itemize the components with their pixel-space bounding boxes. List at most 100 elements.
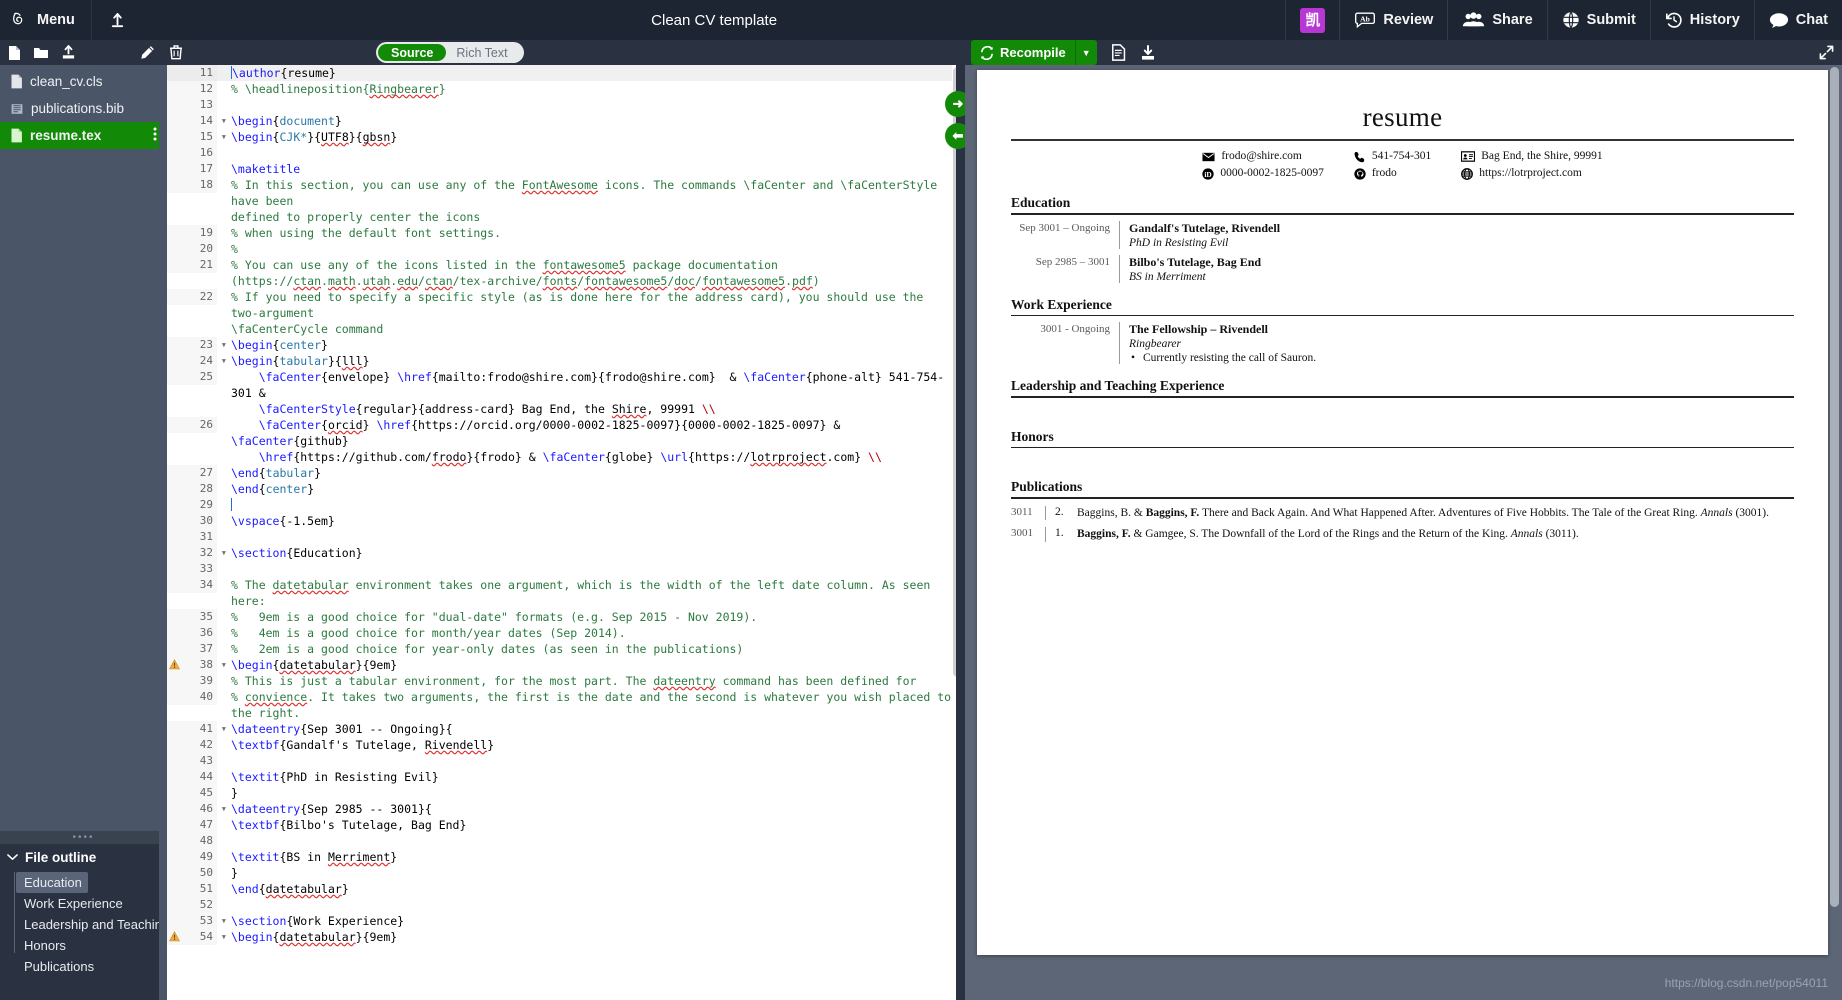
code-text[interactable]: % when using the default font settings. — [217, 225, 952, 241]
code-text[interactable]: % \headlineposition{Ringbearer} — [217, 81, 952, 97]
cjk-language-button[interactable]: 凯 — [1285, 0, 1339, 40]
code-text[interactable]: \textit{BS in Merriment} — [217, 849, 952, 865]
code-line[interactable]: 51 \end{datetabular} — [167, 881, 952, 897]
file-menu-kebab-icon[interactable] — [153, 127, 157, 141]
review-button[interactable]: Ab Review — [1339, 0, 1447, 40]
code-text[interactable]: \textbf{Gandalf's Tutelage, Rivendell} — [217, 737, 952, 753]
code-text[interactable]: \textbf{Bilbo's Tutelage, Bag End} — [217, 817, 952, 833]
code-line[interactable]: 37% 2em is a good choice for year-only d… — [167, 641, 952, 657]
fold-caret-icon[interactable]: ▼ — [217, 113, 226, 129]
code-text[interactable]: \dateentry{Sep 3001 -- Ongoing}{ — [217, 721, 952, 737]
code-text[interactable]: % This is just a tabular environment, fo… — [217, 673, 952, 689]
rename-pencil-icon[interactable] — [140, 45, 155, 60]
warning-icon[interactable] — [169, 931, 180, 945]
fold-caret-icon[interactable]: ▼ — [217, 545, 226, 561]
code-line[interactable]: 36% 4em is a good choice for month/year … — [167, 625, 952, 641]
menu-button[interactable]: Menu — [0, 0, 92, 40]
code-line[interactable]: 42 \textbf{Gandalf's Tutelage, Rivendell} — [167, 737, 952, 753]
code-line[interactable]: 21% You can use any of the icons listed … — [167, 257, 952, 289]
fold-caret-icon[interactable]: ▼ — [217, 657, 226, 673]
code-text[interactable]: \author{resume} — [217, 65, 952, 81]
code-text[interactable]: % 2em is a good choice for year-only dat… — [217, 641, 952, 657]
code-line[interactable]: 45} — [167, 785, 952, 801]
recompile-dropdown-caret[interactable]: ▼ — [1074, 40, 1097, 65]
tab-rich-text[interactable]: Rich Text — [446, 46, 517, 60]
code-line[interactable]: 16 — [167, 145, 952, 161]
code-line[interactable]: 35% 9em is a good choice for "dual-date"… — [167, 609, 952, 625]
outline-row[interactable]: Education — [14, 872, 167, 893]
code-line[interactable]: 38 ▼ \begin{datetabular}{9em} — [167, 657, 952, 673]
outline-row[interactable]: Publications — [14, 956, 167, 977]
code-text[interactable]: % You can use any of the icons listed in… — [217, 257, 952, 289]
code-line[interactable]: 26 \faCenter{orcid} \href{https://orcid.… — [167, 417, 952, 465]
code-text[interactable]: \dateentry{Sep 2985 -- 3001}{ — [217, 801, 952, 817]
code-line[interactable]: 11 \author{resume} — [167, 65, 952, 81]
expand-pdf-icon[interactable] — [1819, 45, 1834, 60]
code-line[interactable]: 34% The datetabular environment takes on… — [167, 577, 952, 609]
code-text[interactable]: \begin{CJK*}{UTF8}{gbsn} — [217, 129, 952, 145]
fold-caret-icon[interactable]: ▼ — [217, 721, 226, 737]
code-text[interactable]: % 9em is a good choice for "dual-date" f… — [217, 609, 952, 625]
left-splitter[interactable] — [159, 65, 167, 1000]
upload-file-icon[interactable] — [61, 45, 76, 60]
code-line[interactable]: 27 \end{tabular} — [167, 465, 952, 481]
code-text[interactable]: % In this section, you can use any of th… — [217, 177, 952, 225]
pdf-scrollbar[interactable] — [1830, 67, 1839, 947]
code-line[interactable]: 39% This is just a tabular environment, … — [167, 673, 952, 689]
code-line[interactable]: 20% — [167, 241, 952, 257]
code-line[interactable]: 48 — [167, 833, 952, 849]
fold-caret-icon[interactable]: ▼ — [217, 129, 226, 145]
code-text[interactable]: \begin{center} — [217, 337, 952, 353]
outline-item-publications[interactable]: Publications — [16, 956, 100, 977]
code-editor[interactable]: 11 \author{resume} 12% \headlineposition{R… — [167, 65, 965, 1000]
code-line[interactable]: 30 \vspace{-1.5em} — [167, 513, 952, 529]
outline-item-education[interactable]: Education — [16, 872, 88, 893]
fold-caret-icon[interactable]: ▼ — [217, 929, 226, 945]
fold-caret-icon[interactable]: ▼ — [217, 337, 226, 353]
recompile-button[interactable]: Recompile — [971, 40, 1075, 65]
code-line[interactable]: 33 — [167, 561, 952, 577]
code-line[interactable]: 53 ▼ \section{Work Experience} — [167, 913, 952, 929]
new-folder-icon[interactable] — [33, 46, 49, 60]
fold-caret-icon[interactable]: ▼ — [217, 801, 226, 817]
code-line[interactable]: 23 ▼ \begin{center} — [167, 337, 952, 353]
code-line[interactable]: 40% convience. It takes two arguments, t… — [167, 689, 952, 721]
outline-row[interactable]: Work Experience — [14, 893, 167, 914]
code-line[interactable]: 22% If you need to specify a specific st… — [167, 289, 952, 337]
code-line[interactable]: 50} — [167, 865, 952, 881]
code-line[interactable]: 28 \end{center} — [167, 481, 952, 497]
pdf-preview-pane[interactable]: resume frodo@shire.com iD 0000-0002-1825… — [965, 65, 1842, 1000]
share-button[interactable]: Share — [1447, 0, 1546, 40]
download-pdf-icon[interactable] — [1140, 44, 1156, 61]
outline-row[interactable]: Honors — [14, 935, 167, 956]
code-text[interactable]: \section{Education} — [217, 545, 952, 561]
code-text[interactable]: \end{center} — [217, 481, 952, 497]
code-line[interactable]: 25 \faCenter{envelope} \href{mailto:frod… — [167, 369, 952, 417]
code-text[interactable]: } — [217, 865, 952, 881]
code-text[interactable]: % If you need to specify a specific styl… — [217, 289, 952, 337]
fold-caret-icon[interactable]: ▼ — [217, 913, 226, 929]
file-item[interactable]: resume.tex — [0, 122, 167, 149]
code-text[interactable]: % 4em is a good choice for month/year da… — [217, 625, 952, 641]
code-text[interactable]: \textit{PhD in Resisting Evil} — [217, 769, 952, 785]
compile-logs-icon[interactable] — [1111, 44, 1126, 61]
new-file-icon[interactable] — [7, 45, 21, 61]
right-splitter[interactable] — [956, 65, 965, 1000]
code-line[interactable]: 52 — [167, 897, 952, 913]
code-text[interactable]: \begin{tabular}{lll} — [217, 353, 952, 369]
outline-row[interactable]: Leadership and Teaching ... — [14, 914, 184, 935]
code-text[interactable] — [217, 497, 952, 513]
code-line[interactable]: 24 ▼ \begin{tabular}{lll} — [167, 353, 952, 369]
source-richtext-toggle[interactable]: Source Rich Text — [376, 42, 524, 63]
code-text[interactable]: \end{datetabular} — [217, 881, 952, 897]
code-line[interactable]: 15 ▼ \begin{CJK*}{UTF8}{gbsn} — [167, 129, 952, 145]
code-line[interactable]: 19% when using the default font settings… — [167, 225, 952, 241]
code-text[interactable]: \end{tabular} — [217, 465, 952, 481]
code-lines-container[interactable]: 11 \author{resume} 12% \headlineposition{R… — [167, 65, 952, 1000]
chat-button[interactable]: Chat — [1753, 0, 1842, 40]
code-line[interactable]: 12% \headlineposition{Ringbearer} — [167, 81, 952, 97]
code-text[interactable]: % — [217, 241, 952, 257]
tab-source[interactable]: Source — [378, 44, 447, 61]
code-line[interactable]: 47 \textbf{Bilbo's Tutelage, Bag End} — [167, 817, 952, 833]
code-line[interactable]: 32 ▼ \section{Education} — [167, 545, 952, 561]
